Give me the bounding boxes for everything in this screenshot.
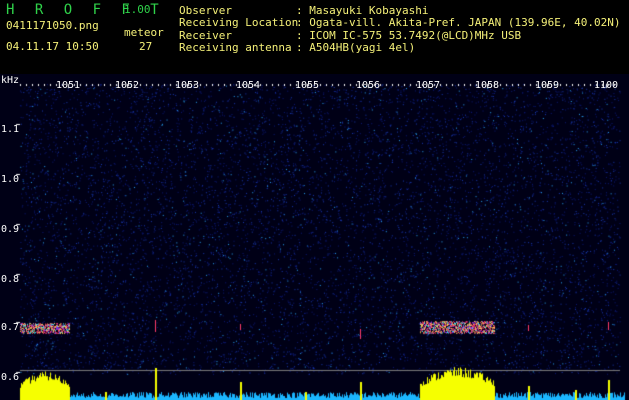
freq-tick-label: 1057: [415, 80, 441, 91]
antenna-value: : A504HB(yagi 4el): [296, 40, 416, 54]
app-version: 1.00: [124, 3, 151, 16]
spectrogram-plot: [0, 74, 629, 400]
y-tick-label: 1.1: [1, 124, 20, 135]
meteor-label: meteor: [124, 26, 164, 39]
info-values: : Masayuki Kobayashi : Ogata-vill. Akita…: [296, 4, 621, 54]
freq-tick-label: 1052: [114, 80, 140, 91]
location-label: Receiving Location: [179, 16, 299, 30]
freq-tick-label: 1056: [355, 80, 381, 91]
freq-tick-label: 1059: [534, 80, 560, 91]
freq-tick-label: 1055: [294, 80, 320, 91]
y-tick-label: 0.7: [1, 322, 20, 333]
y-tick-label: 1.0: [1, 174, 20, 185]
freq-tick-label: 1051: [55, 80, 81, 91]
file-name: 0411171050.png: [6, 19, 99, 32]
freq-tick-label: 1100: [593, 80, 619, 91]
meteor-count: 27: [139, 40, 153, 53]
y-tick-label: 0.9: [1, 224, 20, 235]
file-datetime: 04.11.17 10:50: [6, 40, 99, 53]
axis-unit: kHz: [1, 75, 20, 86]
y-tick-label: 0.6: [1, 372, 20, 383]
y-tick-label: 0.8: [1, 274, 20, 285]
location-value: : Ogata-vill. Akita-Pref. JAPAN (139.96E…: [296, 16, 621, 30]
header-panel: H R O F F T 1.00 0411171050.png meteor 0…: [0, 0, 629, 74]
freq-tick-label: 1054: [235, 80, 261, 91]
freq-tick-label: 1058: [474, 80, 500, 91]
antenna-label: Receiving antenna: [179, 40, 292, 54]
freq-tick-label: 1053: [174, 80, 200, 91]
info-labels: Observer Receiving Location Receiver Rec…: [179, 4, 299, 54]
